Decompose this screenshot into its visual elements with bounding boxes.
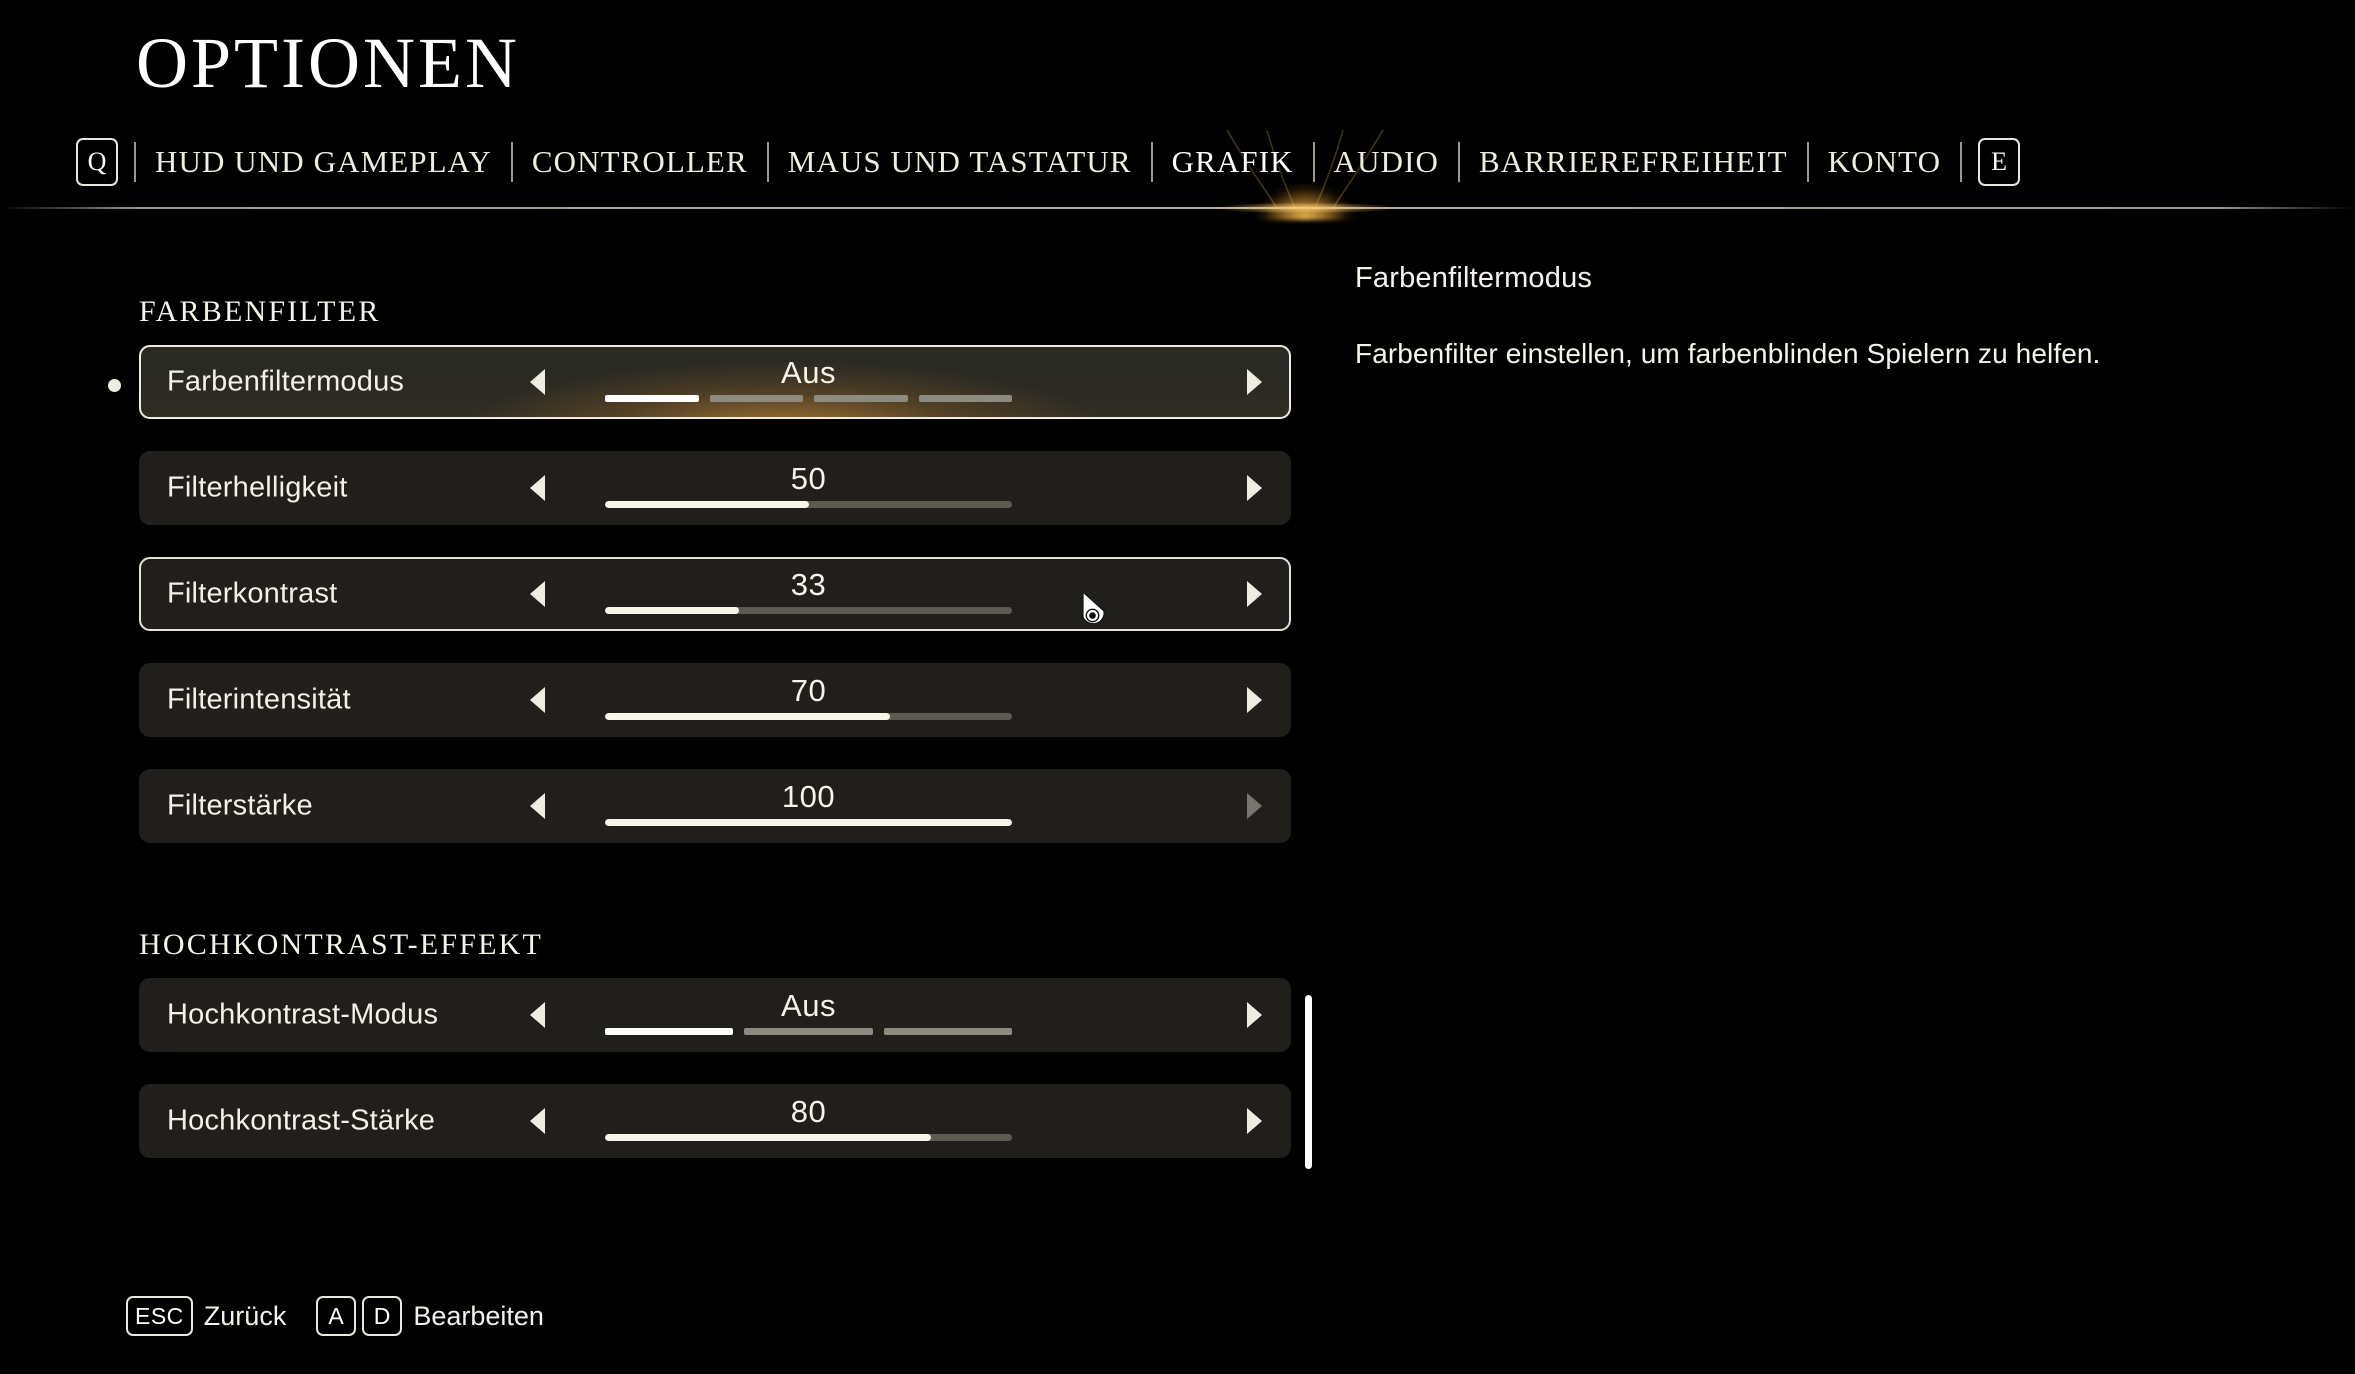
setting-label: Filterkontrast: [167, 577, 338, 610]
setting-value: 33: [790, 567, 827, 602]
setting-control[interactable]: Aus: [581, 347, 1036, 417]
tab-separator: [1960, 142, 1963, 182]
scrollbar[interactable]: [1305, 990, 1313, 1180]
group-title: HOCHKONTRAST-EFFEKT: [139, 928, 544, 961]
segment: [605, 395, 699, 402]
slider-fill: [605, 607, 740, 614]
increase-arrow-icon[interactable]: [1247, 1108, 1262, 1134]
tab-barrierefreiheit[interactable]: BARRIEREFREIHEIT: [1460, 144, 1807, 180]
setting-row[interactable]: Filterintensität 70: [139, 663, 1291, 737]
setting-value: 50: [790, 461, 827, 496]
footer-key: D: [362, 1296, 403, 1336]
setting-row[interactable]: Hochkontrast-Modus Aus: [139, 978, 1291, 1052]
segmented-indicator[interactable]: [605, 395, 1012, 402]
setting-value: 80: [790, 1094, 827, 1129]
segment: [709, 395, 803, 402]
setting-control[interactable]: 70: [581, 665, 1036, 735]
description-body: Farbenfilter einstellen, um farbenblinde…: [1355, 338, 2101, 369]
increase-arrow-icon[interactable]: [1247, 793, 1262, 819]
settings-list: FARBENFILTER Farbenfiltermodus Aus Filterhe…: [0, 0, 1340, 1374]
decrease-arrow-icon[interactable]: [530, 475, 545, 501]
description-panel: Farbenfiltermodus Farbenfilter einstelle…: [1355, 262, 2295, 374]
footer-key: ESC: [126, 1296, 193, 1336]
setting-row[interactable]: Filterstärke 100: [139, 769, 1291, 843]
footer-hint-label: Zurück: [203, 1300, 287, 1331]
setting-value: 70: [790, 673, 827, 708]
setting-control[interactable]: 80: [581, 1086, 1036, 1156]
setting-value: Aus: [781, 988, 836, 1023]
segmented-indicator[interactable]: [605, 1028, 1012, 1035]
setting-label: Hochkontrast-Stärke: [167, 1104, 436, 1137]
setting-control[interactable]: 50: [581, 453, 1036, 523]
scrollbar-thumb[interactable]: [1305, 995, 1312, 1169]
segment: [918, 395, 1012, 402]
setting-label: Hochkontrast-Modus: [167, 998, 439, 1031]
decrease-arrow-icon[interactable]: [530, 793, 545, 819]
decrease-arrow-icon[interactable]: [530, 581, 545, 607]
slider-fill: [605, 1134, 931, 1141]
increase-arrow-icon[interactable]: [1247, 475, 1262, 501]
slider-fill: [605, 501, 809, 508]
setting-control[interactable]: Aus: [581, 980, 1036, 1050]
setting-row[interactable]: Farbenfiltermodus Aus: [139, 345, 1291, 419]
description-title: Farbenfiltermodus: [1355, 262, 1593, 294]
group-title: FARBENFILTER: [139, 295, 381, 328]
footer-hints: ESC Zurück A D Bearbeiten: [126, 1294, 574, 1338]
setting-value: Aus: [781, 355, 836, 390]
decrease-arrow-icon[interactable]: [530, 1108, 545, 1134]
segment: [883, 1028, 1012, 1035]
segment: [605, 1028, 734, 1035]
setting-label: Farbenfiltermodus: [167, 365, 405, 398]
tab-konto[interactable]: KONTO: [1809, 144, 1960, 180]
decrease-arrow-icon[interactable]: [530, 1002, 545, 1028]
setting-label: Filterhelligkeit: [167, 471, 348, 504]
increase-arrow-icon[interactable]: [1247, 369, 1262, 395]
setting-row[interactable]: Filterhelligkeit 50: [139, 451, 1291, 525]
increase-arrow-icon[interactable]: [1247, 1002, 1262, 1028]
slider-fill: [605, 713, 890, 720]
next-tab-key[interactable]: E: [1978, 138, 2021, 186]
slider-track[interactable]: [605, 713, 1012, 720]
setting-value: 100: [781, 779, 836, 814]
slider-track[interactable]: [605, 607, 1012, 614]
decrease-arrow-icon[interactable]: [530, 369, 545, 395]
footer-key: A: [316, 1296, 357, 1336]
setting-row[interactable]: Filterkontrast 33: [139, 557, 1291, 631]
setting-control[interactable]: 100: [581, 771, 1036, 841]
increase-arrow-icon[interactable]: [1247, 581, 1262, 607]
setting-label: Filterstärke: [167, 789, 313, 822]
setting-row[interactable]: Hochkontrast-Stärke 80: [139, 1084, 1291, 1158]
setting-label: Filterintensität: [167, 683, 351, 716]
slider-track[interactable]: [605, 1134, 1012, 1141]
segment: [744, 1028, 873, 1035]
footer-hint-label: Bearbeiten: [413, 1300, 544, 1331]
slider-track[interactable]: [605, 819, 1012, 826]
increase-arrow-icon[interactable]: [1247, 687, 1262, 713]
slider-fill: [605, 819, 1012, 826]
setting-control[interactable]: 33: [581, 559, 1036, 629]
segment: [814, 395, 908, 402]
selection-bullet: [108, 379, 121, 392]
decrease-arrow-icon[interactable]: [530, 687, 545, 713]
slider-track[interactable]: [605, 501, 1012, 508]
